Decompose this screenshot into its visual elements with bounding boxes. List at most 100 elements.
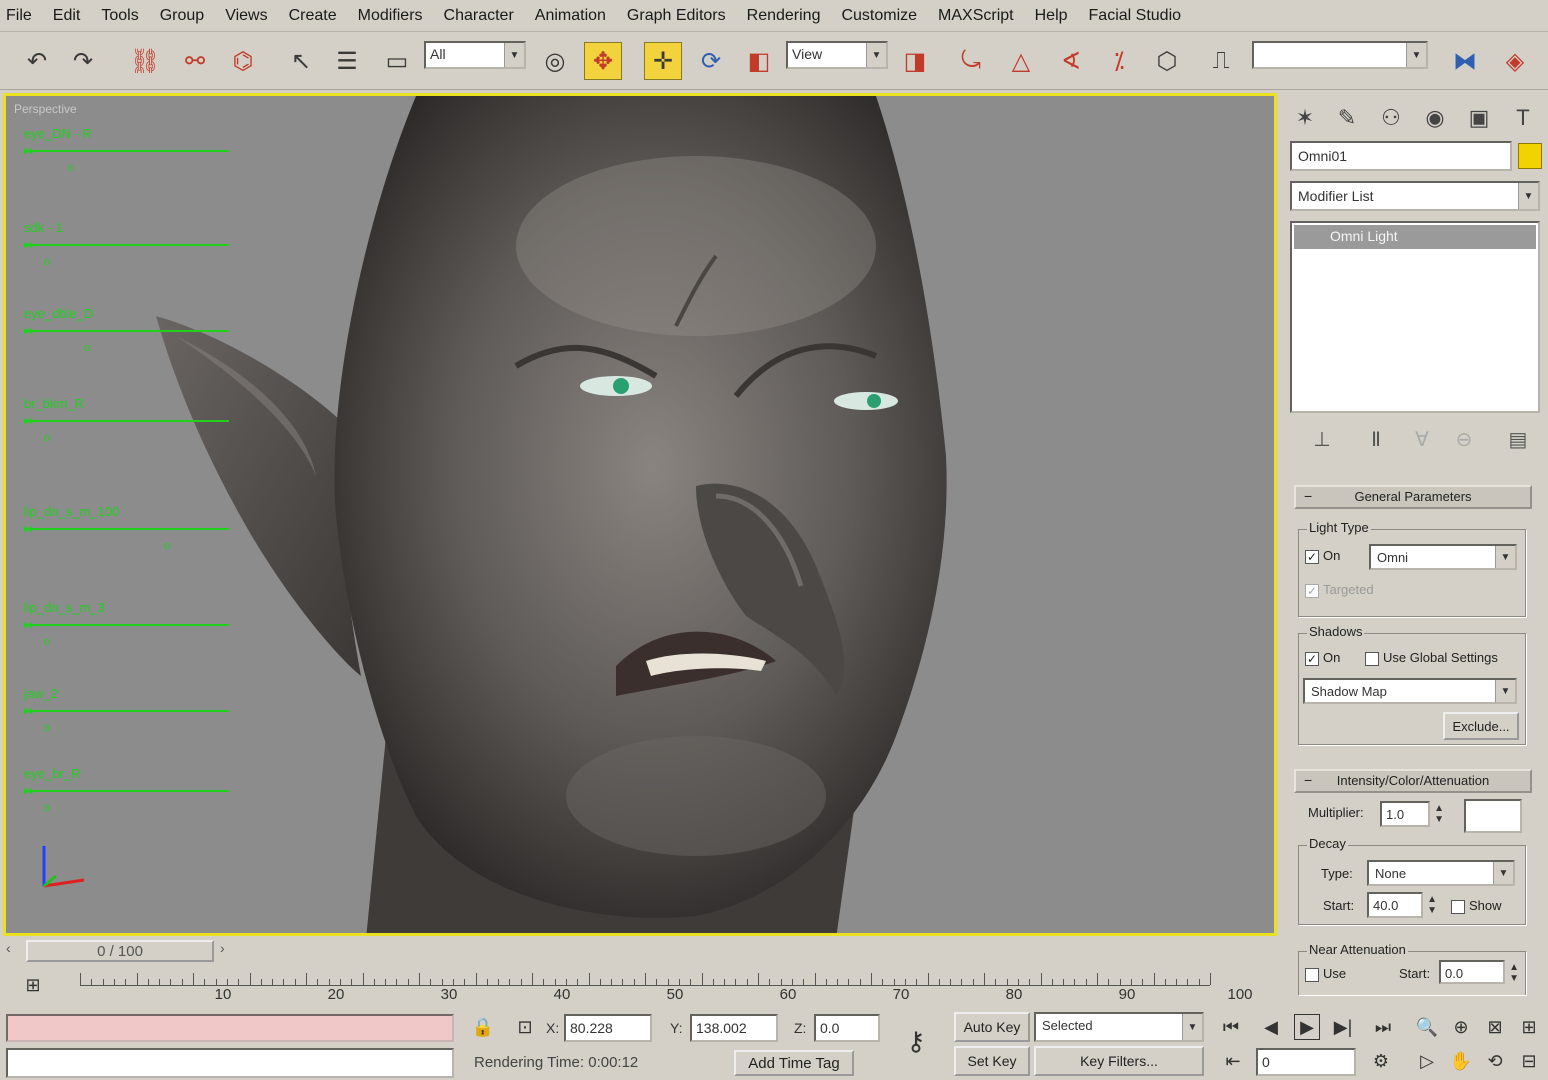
key-filters-button[interactable]: Key Filters...	[1034, 1046, 1204, 1076]
pan-icon[interactable]: ✋	[1448, 1048, 1474, 1074]
shadow-type-dropdown[interactable]: Shadow Map ▼	[1303, 678, 1517, 704]
make-unique-icon[interactable]: ∀	[1406, 423, 1438, 455]
current-frame-field[interactable]: 0	[1256, 1048, 1356, 1076]
time-slider[interactable]: ‹ 0 / 100 ›	[0, 938, 1280, 964]
general-parameters-rollout[interactable]: − General Parameters	[1294, 485, 1532, 509]
display-tab-icon[interactable]: ▣	[1462, 101, 1496, 135]
zoom-icon[interactable]: 🔍	[1414, 1014, 1440, 1040]
create-tab-icon[interactable]: ✶	[1288, 101, 1322, 135]
near-use-checkbox[interactable]: Use	[1305, 966, 1346, 982]
menu-item-edit[interactable]: Edit	[53, 7, 81, 25]
arc-rotate-icon[interactable]: ⟲	[1482, 1048, 1508, 1074]
near-start-spinner[interactable]: 0.0 ▲ ▼	[1439, 960, 1519, 984]
object-name-field[interactable]: Omni01	[1290, 141, 1512, 171]
select-object-icon[interactable]: ↖	[282, 42, 320, 80]
use-global-settings-checkbox[interactable]: Use Global Settings	[1365, 650, 1498, 666]
go-to-start-icon[interactable]: ⏮	[1218, 1014, 1244, 1040]
rectangular-selection-icon[interactable]: ▭	[378, 42, 416, 80]
next-frame-icon[interactable]: ▶|	[1330, 1014, 1356, 1040]
facial-control-knob[interactable]: o	[44, 802, 50, 814]
window-crossing-icon[interactable]: ◎	[536, 42, 574, 80]
facial-control[interactable]: lip_dn_s_m_3▸▸o	[16, 600, 231, 670]
select-and-manipulate-icon[interactable]: ⤿	[952, 42, 990, 80]
utilities-tab-icon[interactable]: T	[1506, 101, 1540, 135]
menu-item-file[interactable]: File	[6, 7, 32, 25]
auto-key-button[interactable]: Auto Key	[954, 1012, 1030, 1042]
facial-control[interactable]: eye_dble_D▸▸o	[16, 306, 231, 376]
add-time-tag-button[interactable]: Add Time Tag	[734, 1050, 854, 1076]
facial-control[interactable]: eye_br_R▸▸o	[16, 766, 231, 836]
menu-item-maxscript[interactable]: MAXScript	[938, 7, 1014, 25]
light-on-checkbox[interactable]: ✓ On	[1305, 548, 1340, 564]
facial-control[interactable]: jaw_2▸▸o	[16, 686, 231, 756]
align-icon[interactable]: ◈	[1496, 42, 1534, 80]
facial-control-knob[interactable]: o	[44, 636, 50, 648]
named-selection-dropdown[interactable]: ▼	[1252, 41, 1428, 69]
menu-item-help[interactable]: Help	[1035, 7, 1068, 25]
select-and-rotate-icon[interactable]: ✛	[644, 42, 682, 80]
redo-icon[interactable]: ↷	[64, 42, 102, 80]
y-coordinate-field[interactable]: 138.002	[690, 1014, 778, 1042]
viewport-label[interactable]: Perspective	[14, 102, 77, 116]
track-bar-ruler[interactable]: 10 20 30 40 50 60 70 80 90 100	[80, 966, 1253, 1003]
key-icon[interactable]: ⚷	[894, 1026, 938, 1056]
configure-modifier-sets-icon[interactable]: ▤	[1502, 423, 1534, 455]
hierarchy-tab-icon[interactable]: ⚇	[1374, 101, 1408, 135]
time-slider-thumb[interactable]: 0 / 100	[26, 940, 214, 962]
light-color-swatch[interactable]	[1464, 799, 1522, 833]
percent-snap-icon[interactable]: ⁒	[1100, 42, 1138, 80]
menu-item-facial-studio[interactable]: Facial Studio	[1089, 7, 1182, 25]
bind-to-space-warp-icon[interactable]: ⌬	[224, 42, 262, 80]
perspective-viewport[interactable]: Perspective eye_DN - R o sdk - 1 o eye_d…	[3, 93, 1277, 936]
intensity-color-attenuation-rollout[interactable]: − Intensity/Color/Attenuation	[1294, 769, 1532, 793]
absolute-relative-toggle-icon[interactable]: ⊡	[512, 1014, 538, 1040]
zoom-all-icon[interactable]: ⊕	[1448, 1014, 1474, 1040]
modify-tab-icon[interactable]: ✎	[1330, 101, 1364, 135]
show-end-result-icon[interactable]: Ⅱ	[1360, 423, 1392, 455]
show-decay-checkbox[interactable]: Show	[1451, 898, 1502, 914]
key-mode-toggle-icon[interactable]: ⇤	[1220, 1048, 1246, 1074]
decay-start-spinner[interactable]: 40.0 ▲ ▼	[1367, 892, 1437, 918]
shadows-on-checkbox[interactable]: ✓ On	[1305, 650, 1340, 666]
select-by-name-icon[interactable]: ☰	[328, 42, 366, 80]
object-color-swatch[interactable]	[1518, 143, 1542, 169]
facial-control[interactable]: lip_dn_s_m_100▸▸o	[16, 504, 231, 574]
scale-icon[interactable]: ◧	[740, 42, 778, 80]
select-and-move-icon[interactable]: ✥	[584, 42, 622, 80]
time-slider-next-icon[interactable]: ›	[220, 940, 225, 962]
set-key-button[interactable]: Set Key	[954, 1046, 1030, 1076]
menu-item-views[interactable]: Views	[225, 7, 267, 25]
pivot-center-icon[interactable]: ◨	[896, 42, 934, 80]
targeted-checkbox[interactable]: ✓ Targeted	[1305, 582, 1374, 598]
select-and-link-icon[interactable]: ⛓	[126, 42, 164, 80]
facial-control-knob[interactable]: o	[44, 432, 50, 444]
light-type-dropdown[interactable]: Omni ▼	[1369, 544, 1517, 570]
key-mode-dropdown[interactable]: Selected ▼	[1034, 1012, 1204, 1042]
mirror-icon[interactable]: ⧓	[1446, 42, 1484, 80]
stack-item-omni-light[interactable]: Omni Light	[1294, 225, 1536, 249]
exclude-button[interactable]: Exclude...	[1443, 712, 1519, 740]
field-of-view-icon[interactable]: ▷	[1414, 1048, 1440, 1074]
spinner-snap-icon[interactable]: ⬡	[1148, 42, 1186, 80]
facial-control-knob[interactable]: o	[68, 162, 74, 174]
decay-type-dropdown[interactable]: None ▼	[1367, 860, 1515, 886]
play-icon[interactable]: ▶	[1294, 1014, 1320, 1040]
facial-control-knob[interactable]: o	[44, 256, 50, 268]
snap-toggle-icon[interactable]: △	[1002, 42, 1040, 80]
facial-control[interactable]: br_bkm_R▸▸o	[16, 396, 231, 466]
menu-item-animation[interactable]: Animation	[535, 7, 606, 25]
unlink-selection-icon[interactable]: ⚯	[176, 42, 214, 80]
edit-named-selection-icon[interactable]: ⎍	[1202, 42, 1240, 80]
maxscript-listener-mini[interactable]	[6, 1014, 454, 1042]
selection-filter-dropdown[interactable]: All ▼	[424, 41, 526, 69]
modifier-list-dropdown[interactable]: Modifier List ▼	[1290, 181, 1540, 211]
modifier-stack[interactable]: Omni Light	[1290, 221, 1540, 413]
menu-item-graph-editors[interactable]: Graph Editors	[627, 7, 726, 25]
menu-item-create[interactable]: Create	[289, 7, 337, 25]
facial-control[interactable]: eye_DN - R▸▸o	[16, 126, 231, 196]
pin-stack-icon[interactable]: ⊥	[1306, 423, 1338, 455]
menu-item-modifiers[interactable]: Modifiers	[358, 7, 423, 25]
angle-snap-icon[interactable]: ∢	[1052, 42, 1090, 80]
facial-control-knob[interactable]: o	[164, 540, 170, 552]
z-coordinate-field[interactable]: 0.0	[814, 1014, 880, 1042]
